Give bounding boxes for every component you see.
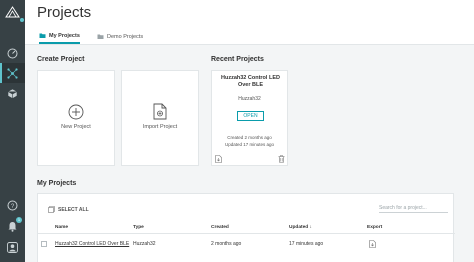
import-project-label: Import Project bbox=[142, 124, 178, 130]
import-project-card[interactable]: Import Project bbox=[121, 70, 199, 166]
open-button[interactable]: OPEN bbox=[237, 111, 264, 121]
row-checkbox[interactable] bbox=[41, 241, 47, 247]
select-all-button[interactable]: SELECT ALL bbox=[48, 206, 89, 213]
select-all-label: SELECT ALL bbox=[58, 206, 89, 213]
tab-label: Demo Projects bbox=[107, 33, 144, 40]
page-title: Projects bbox=[37, 4, 92, 21]
sidebar: ? 1 bbox=[0, 0, 25, 262]
new-project-label: New Project bbox=[61, 124, 91, 130]
project-type: Huzzah32 bbox=[133, 241, 156, 247]
folder-icon bbox=[97, 34, 104, 39]
recent-project-created: Created 2 months ago bbox=[227, 135, 272, 140]
recent-project-updated: Updated 17 minutes ago bbox=[224, 142, 275, 147]
svg-text:?: ? bbox=[11, 204, 15, 210]
projects-icon[interactable] bbox=[5, 66, 20, 81]
project-updated: 17 minutes ago bbox=[289, 241, 324, 247]
column-header-type[interactable]: Type bbox=[133, 225, 144, 230]
project-created: 2 months ago bbox=[211, 241, 242, 247]
recent-project-name: Huzzah32 Control LED Over BLE bbox=[221, 75, 280, 88]
search-input[interactable]: Search for a project... bbox=[379, 203, 448, 213]
user-icon[interactable] bbox=[5, 240, 20, 255]
my-projects-heading: My Projects bbox=[37, 180, 77, 187]
trash-icon[interactable] bbox=[278, 155, 285, 163]
recent-projects-heading: Recent Projects bbox=[211, 56, 264, 63]
header-divider bbox=[38, 233, 455, 234]
column-header-export: Export bbox=[367, 225, 383, 230]
export-icon[interactable] bbox=[369, 240, 376, 248]
my-projects-panel: SELECT ALL Search for a project... Name … bbox=[37, 193, 455, 262]
new-project-card[interactable]: New Project bbox=[37, 70, 115, 166]
column-header-updated[interactable]: Updated ↓ bbox=[289, 225, 312, 230]
folder-icon bbox=[39, 33, 46, 38]
project-name-link[interactable]: Huzzah32 Control LED Over BLE bbox=[55, 241, 129, 247]
import-file-icon bbox=[153, 103, 167, 120]
help-icon[interactable]: ? bbox=[5, 198, 20, 213]
cube-icon[interactable] bbox=[5, 86, 20, 101]
page-header: Projects My Projects Demo Projects bbox=[25, 0, 474, 45]
column-header-created[interactable]: Created bbox=[211, 225, 229, 230]
recent-project-type: Huzzah32 bbox=[238, 96, 261, 102]
add-circle-icon bbox=[68, 104, 84, 120]
checkbox-stack-icon bbox=[48, 206, 55, 213]
recent-project-card: Huzzah32 Control LED Over BLE Huzzah32 O… bbox=[211, 70, 288, 166]
tab-my-projects[interactable]: My Projects bbox=[39, 29, 80, 44]
export-icon[interactable] bbox=[215, 155, 222, 163]
tab-demo-projects[interactable]: Demo Projects bbox=[97, 29, 143, 44]
create-project-heading: Create Project bbox=[37, 56, 85, 63]
dashboard-icon[interactable] bbox=[5, 46, 20, 61]
notification-count-badge: 1 bbox=[16, 217, 22, 223]
tab-label: My Projects bbox=[49, 32, 80, 39]
column-header-name[interactable]: Name bbox=[55, 225, 68, 230]
